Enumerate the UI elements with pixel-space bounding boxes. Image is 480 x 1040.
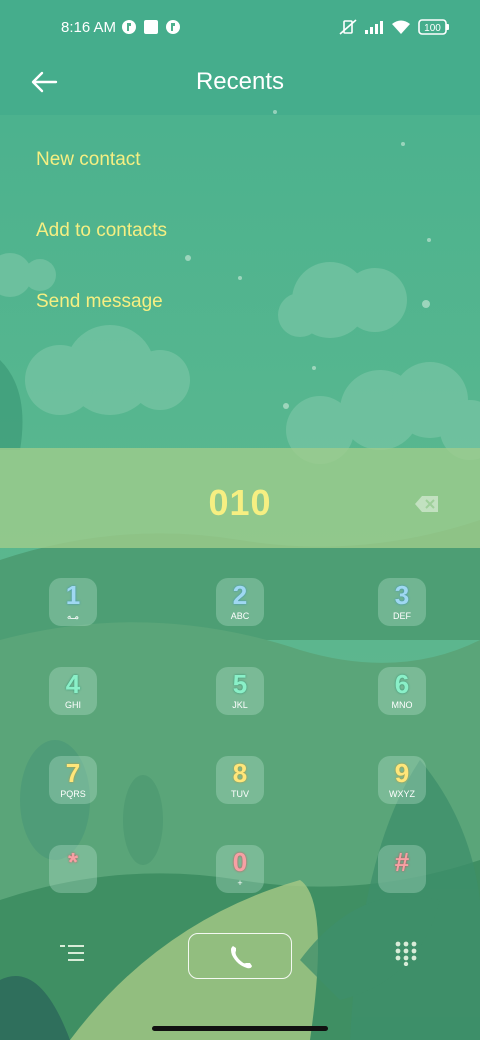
home-indicator[interactable] xyxy=(152,1026,328,1031)
dial-key-6[interactable]: 6 MNO xyxy=(378,667,426,715)
dial-key-star[interactable]: * xyxy=(49,845,97,893)
key-letters: ABC xyxy=(230,611,250,621)
key-digit: * xyxy=(67,847,79,877)
key-digit: 7 xyxy=(65,758,81,788)
key-digit: 3 xyxy=(394,580,410,610)
status-time: 8:16 AM xyxy=(61,19,117,36)
key-digit: 8 xyxy=(232,758,248,788)
status-bar: 8:16 AM 100 xyxy=(0,0,480,56)
key-digit: 1 xyxy=(65,580,81,610)
number-display: 010 xyxy=(0,448,480,548)
menu-icon xyxy=(60,945,84,961)
key-letters: JKL xyxy=(232,700,248,710)
key-digit: 4 xyxy=(65,669,81,699)
dial-key-9[interactable]: 9 WXYZ xyxy=(378,756,426,804)
menu-item-send-message[interactable]: Send message xyxy=(36,291,163,313)
menu-button[interactable] xyxy=(60,942,86,964)
key-digit: 5 xyxy=(232,669,248,699)
phone-icon xyxy=(231,946,252,969)
square-notification-icon xyxy=(143,19,159,39)
key-digit: 2 xyxy=(232,580,248,610)
dialpad-toggle-button[interactable] xyxy=(394,940,418,967)
menu-item-add-to-contacts[interactable]: Add to contacts xyxy=(36,220,167,242)
key-digit: # xyxy=(394,847,410,877)
key-letters: TUV xyxy=(231,789,249,799)
battery-level: 100 xyxy=(424,23,441,34)
key-letters: ﻣـه xyxy=(66,611,80,621)
menu-item-new-contact[interactable]: New contact xyxy=(36,149,141,171)
dial-key-2[interactable]: 2 ABC xyxy=(216,578,264,626)
backspace-icon xyxy=(415,496,438,512)
key-letters: GHI xyxy=(64,700,81,710)
key-digit: 6 xyxy=(394,669,410,699)
key-digit: 9 xyxy=(394,758,410,788)
dial-key-hash[interactable]: # xyxy=(378,845,426,893)
vpn-icon xyxy=(121,19,137,39)
key-letters: DEF xyxy=(393,611,411,621)
key-letters: MNO xyxy=(391,700,413,710)
dial-key-3[interactable]: 3 DEF xyxy=(378,578,426,626)
vibrate-off-icon xyxy=(338,19,358,39)
dialpad-icon xyxy=(395,941,417,967)
dial-key-5[interactable]: 5 JKL xyxy=(216,667,264,715)
dial-key-4[interactable]: 4 GHI xyxy=(49,667,97,715)
dial-key-8[interactable]: 8 TUV xyxy=(216,756,264,804)
backspace-button[interactable] xyxy=(414,494,440,514)
wifi-icon xyxy=(390,19,412,39)
key-letters: PQRS xyxy=(60,789,86,799)
key-letters: + xyxy=(237,878,243,888)
page-title: Recents xyxy=(195,68,285,95)
signal-icon xyxy=(364,19,386,39)
vpn-icon xyxy=(165,19,181,39)
call-button[interactable] xyxy=(188,933,292,979)
key-letters: WXYZ xyxy=(389,789,415,799)
dial-key-7[interactable]: 7 PQRS xyxy=(49,756,97,804)
key-digit: 0 xyxy=(232,847,248,877)
app-bar: Recents xyxy=(0,56,480,112)
battery-icon: 100 xyxy=(418,19,450,39)
dial-key-1[interactable]: 1 ﻣـه xyxy=(49,578,97,626)
dial-key-0[interactable]: 0 + xyxy=(216,845,264,893)
dialed-number: 010 xyxy=(208,482,272,523)
